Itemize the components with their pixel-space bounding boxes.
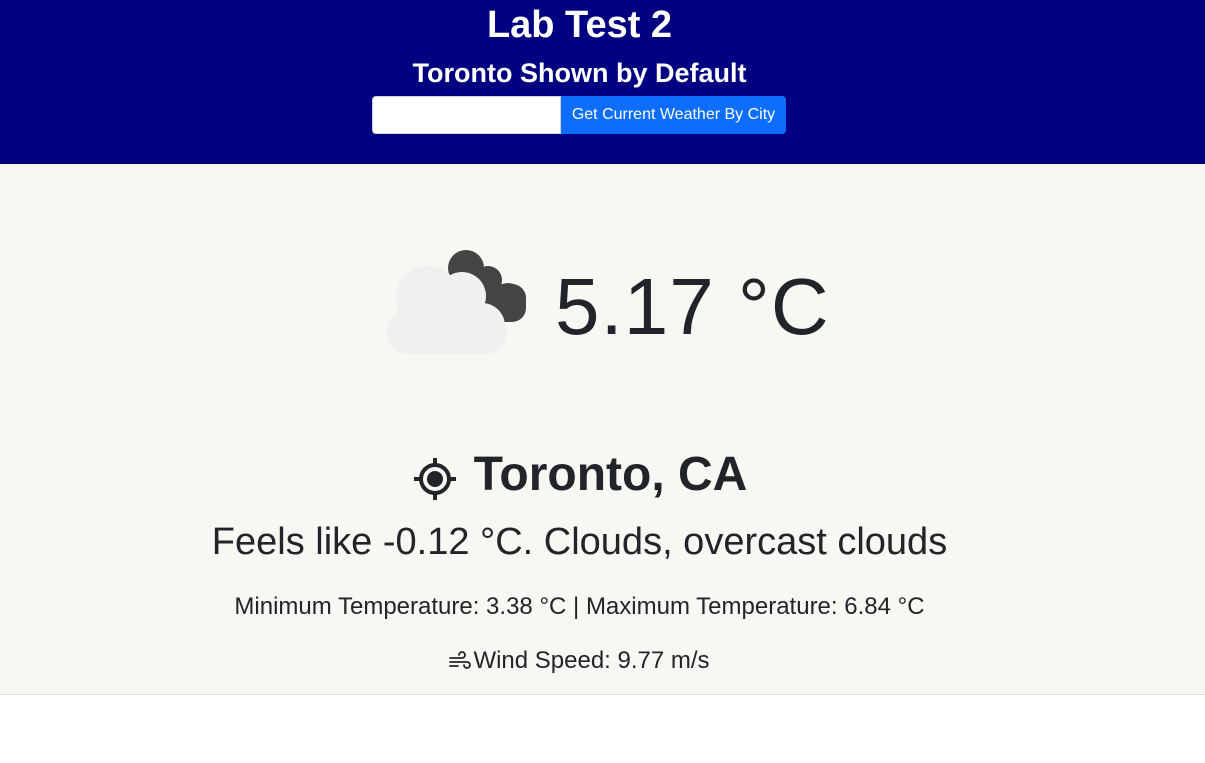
- feels-like-description: Feels like -0.12 °C. Clouds, overcast cl…: [211, 521, 948, 563]
- page-title: Lab Test 2: [486, 4, 673, 46]
- overcast-clouds-icon: [386, 250, 526, 354]
- wind-icon: [449, 651, 472, 669]
- location-row: Toronto, CA: [0, 446, 1159, 504]
- header-banner: Lab Test 2 Toronto Shown by Default Get …: [0, 0, 1205, 164]
- city-search-form: Get Current Weather By City: [372, 96, 786, 134]
- min-max-temperature: Minimum Temperature: 3.38 °C | Maximum T…: [234, 593, 925, 620]
- weather-panel: 5.17 °C Toronto, CA Feels like -0.12 °C.…: [0, 164, 1205, 695]
- location-name: Toronto, CA: [473, 448, 748, 501]
- page-subtitle: Toronto Shown by Default: [412, 58, 747, 88]
- wind-row: Wind Speed: 9.77 m/s: [0, 646, 1159, 676]
- wind-speed: Wind Speed: 9.77 m/s: [473, 647, 710, 674]
- location-crosshair-icon: [413, 458, 456, 500]
- current-temperature: 5.17 °C: [555, 262, 830, 351]
- get-weather-button[interactable]: Get Current Weather By City: [561, 96, 786, 134]
- city-search-input[interactable]: [372, 96, 561, 134]
